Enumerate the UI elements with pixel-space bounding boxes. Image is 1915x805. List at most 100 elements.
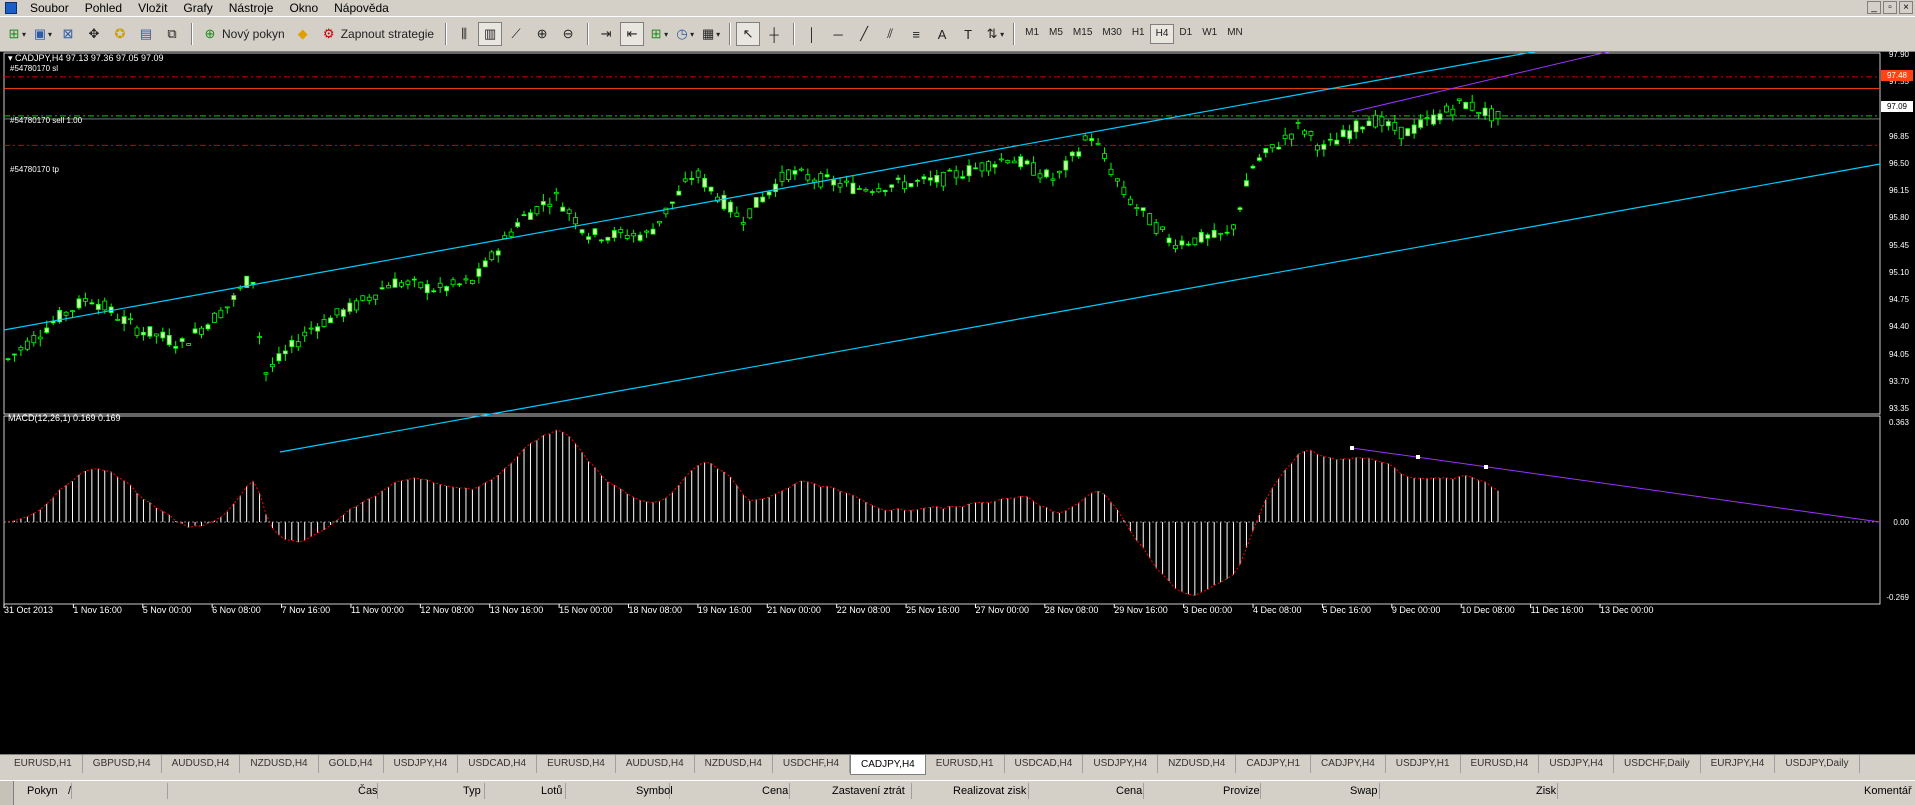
tester-button[interactable]: ⧉ bbox=[160, 22, 184, 46]
cursor-button[interactable]: ↖ bbox=[736, 22, 761, 46]
bull-candle bbox=[379, 287, 385, 290]
tab-eurusd-h1[interactable]: EURUSD,H1 bbox=[4, 755, 83, 773]
arrows-button[interactable]: ⇅ ▾ bbox=[982, 22, 1006, 46]
bull-candle bbox=[205, 324, 211, 330]
macd-axis-zero: 0.00 bbox=[1893, 518, 1909, 527]
tab-usdchf-h4[interactable]: USDCHF,H4 bbox=[773, 755, 851, 773]
tab-audusd-h4[interactable]: AUDUSD,H4 bbox=[162, 755, 241, 773]
trendline-button[interactable]: ╱ bbox=[852, 22, 876, 46]
menu-insert[interactable]: Vložit bbox=[130, 0, 175, 16]
tab-eurusd-h1-2[interactable]: EURUSD,H1 bbox=[926, 755, 1005, 773]
menu-charts[interactable]: Grafy bbox=[175, 0, 220, 16]
col-lots[interactable]: Lotů bbox=[541, 783, 566, 799]
templates-button[interactable]: ▦ ▾ bbox=[698, 22, 722, 46]
tab-usdjpy-h4-2[interactable]: USDJPY,H4 bbox=[1083, 755, 1159, 773]
tab-usdjpy-h1[interactable]: USDJPY,H1 bbox=[1386, 755, 1461, 773]
bear-candle bbox=[786, 169, 791, 180]
channel-button[interactable]: ⫽ bbox=[878, 22, 902, 46]
col-profit[interactable]: Zisk bbox=[1536, 783, 1558, 799]
tab-usdchf-daily[interactable]: USDCHF,Daily bbox=[1614, 755, 1701, 773]
line-chart-button[interactable]: ⟋ bbox=[504, 22, 528, 46]
fibonacci-button[interactable]: ≡ bbox=[904, 22, 928, 46]
restore-button[interactable]: ▫ bbox=[1883, 1, 1897, 14]
timeframe-m15[interactable]: M15 bbox=[1068, 24, 1097, 44]
tab-usdjpy-daily[interactable]: USDJPY,Daily bbox=[1775, 755, 1860, 773]
market-watch-button[interactable]: ⊠ bbox=[56, 22, 80, 46]
timeframe-mn[interactable]: MN bbox=[1222, 24, 1248, 44]
timeframe-m30[interactable]: M30 bbox=[1097, 24, 1126, 44]
tab-nzdusd-h4[interactable]: NZDUSD,H4 bbox=[240, 755, 319, 773]
tab-eurusd-h4[interactable]: EURUSD,H4 bbox=[537, 755, 616, 773]
col-commission[interactable]: Provize bbox=[1223, 783, 1261, 799]
timeframe-h1[interactable]: H1 bbox=[1127, 24, 1150, 44]
tab-gbpusd-h4[interactable]: GBPUSD,H4 bbox=[83, 755, 162, 773]
col-take-profit[interactable]: Realizovat zisk bbox=[953, 783, 1029, 799]
tab-usdcad-h4[interactable]: USDCAD,H4 bbox=[458, 755, 538, 773]
terminal-button[interactable]: ▤ bbox=[134, 22, 158, 46]
zoom-out-button[interactable]: ⊖ bbox=[556, 22, 580, 46]
collapse-arrow-icon[interactable]: ▾ bbox=[8, 53, 13, 63]
timeframe-d1[interactable]: D1 bbox=[1174, 24, 1197, 44]
tab-cadjpy-h1[interactable]: CADJPY,H1 bbox=[1236, 755, 1312, 773]
time-axis-label: 15 Nov 00:00 bbox=[559, 605, 613, 615]
col-comment[interactable]: Komentář bbox=[1864, 783, 1914, 799]
col-order[interactable]: Pokyn bbox=[27, 783, 72, 799]
tab-cadjpy-h4-2[interactable]: CADJPY,H4 bbox=[1311, 755, 1386, 773]
tab-eurjpy-h4[interactable]: EURJPY,H4 bbox=[1701, 755, 1776, 773]
timeframe-m5[interactable]: M5 bbox=[1044, 24, 1068, 44]
vertical-line-button[interactable]: │ bbox=[800, 22, 824, 46]
col-price[interactable]: Cena bbox=[762, 783, 790, 799]
timeframe-m1[interactable]: M1 bbox=[1020, 24, 1044, 44]
bar-chart-button[interactable]: ⫼ bbox=[452, 22, 476, 46]
timeframe-h4[interactable]: H4 bbox=[1149, 24, 1175, 44]
bear-candle bbox=[1147, 213, 1153, 226]
tab-cadjpy-h4[interactable]: CADJPY,H4 bbox=[850, 755, 926, 775]
periods-button[interactable]: ◷ ▾ bbox=[672, 22, 696, 46]
tab-eurusd-h4-2[interactable]: EURUSD,H4 bbox=[1461, 755, 1540, 773]
candlestick-button[interactable]: ▥ bbox=[478, 22, 503, 46]
menu-window[interactable]: Okno bbox=[281, 0, 326, 16]
tab-usdcad-h4-2[interactable]: USDCAD,H4 bbox=[1005, 755, 1084, 773]
indicators-button[interactable]: ⊞ ▾ bbox=[646, 22, 670, 46]
navigator-button[interactable]: ✪ bbox=[108, 22, 132, 46]
new-chart-button[interactable]: ⊞ ▾ bbox=[4, 22, 28, 46]
autoscroll-button[interactable]: ⇥ bbox=[594, 22, 618, 46]
minimize-button[interactable]: _ bbox=[1867, 1, 1881, 14]
tab-audusd-h4-2[interactable]: AUDUSD,H4 bbox=[616, 755, 695, 773]
text-icon: A bbox=[937, 26, 947, 42]
col-symbol[interactable]: Symbol bbox=[636, 783, 673, 799]
new-order-button[interactable]: ⊕ Nový pokyn bbox=[198, 22, 289, 46]
col-sort-indicator[interactable]: / bbox=[68, 783, 168, 799]
toggle-strategy-button[interactable]: ⚙ Zapnout strategie bbox=[317, 22, 438, 46]
close-button[interactable]: × bbox=[1899, 1, 1913, 14]
menu-file[interactable]: Soubor bbox=[22, 0, 77, 16]
terminal-side-handle[interactable] bbox=[0, 781, 14, 805]
crosshair-button[interactable]: ┼ bbox=[762, 22, 786, 46]
tab-usdjpy-h4-3[interactable]: USDJPY,H4 bbox=[1539, 755, 1615, 773]
chart-shift-button[interactable]: ⇤ bbox=[620, 22, 645, 46]
col-stop-loss[interactable]: Zastavení ztrát bbox=[832, 783, 912, 799]
zoom-in-button[interactable]: ⊕ bbox=[530, 22, 554, 46]
col-swap[interactable]: Swap bbox=[1350, 783, 1380, 799]
price-chart-canvas[interactable] bbox=[0, 52, 1915, 754]
bull-candle bbox=[12, 353, 17, 356]
bear-candle bbox=[418, 281, 424, 289]
timeframe-w1[interactable]: W1 bbox=[1197, 24, 1222, 44]
tab-usdjpy-h4[interactable]: USDJPY,H4 bbox=[384, 755, 459, 773]
menu-tools[interactable]: Nástroje bbox=[221, 0, 282, 16]
chart-window[interactable]: ▾ CADJPY,H4 97.13 97.36 97.05 97.09 #547… bbox=[0, 50, 1915, 754]
col-type[interactable]: Typ bbox=[463, 783, 485, 799]
menu-view[interactable]: Pohled bbox=[77, 0, 130, 16]
data-window-button[interactable]: ✥ bbox=[82, 22, 106, 46]
col-time[interactable]: Čas bbox=[358, 783, 378, 799]
tab-nzdusd-h4-2[interactable]: NZDUSD,H4 bbox=[695, 755, 773, 773]
menu-help[interactable]: Nápověda bbox=[326, 0, 397, 16]
tab-nzdusd-h4-3[interactable]: NZDUSD,H4 bbox=[1158, 755, 1237, 773]
tab-gold-h4[interactable]: GOLD,H4 bbox=[319, 755, 384, 773]
text-label-button[interactable]: T bbox=[956, 22, 980, 46]
horizontal-line-button[interactable]: ─ bbox=[826, 22, 850, 46]
profiles-button[interactable]: ▣ ▾ bbox=[30, 22, 54, 46]
col-current-price[interactable]: Cena bbox=[1116, 783, 1144, 799]
metaeditor-button[interactable]: ◆ bbox=[291, 22, 315, 46]
text-button[interactable]: A bbox=[930, 22, 954, 46]
